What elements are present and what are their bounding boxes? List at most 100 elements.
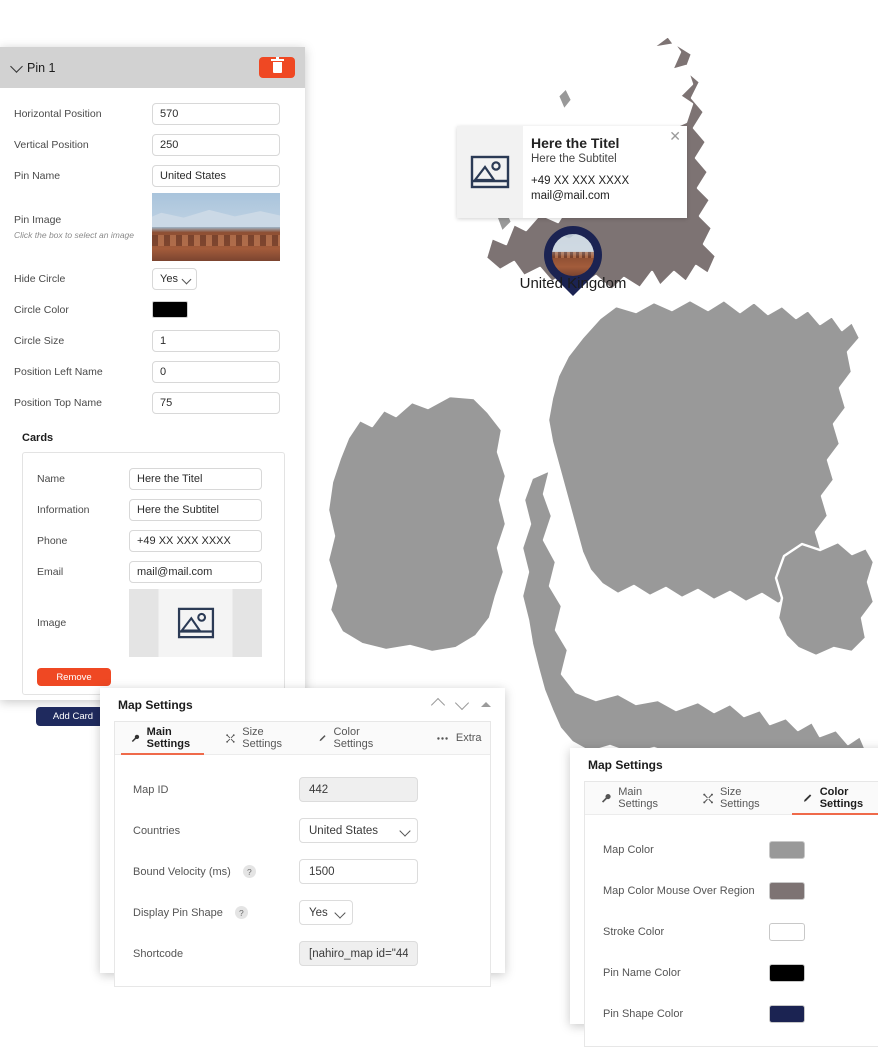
row-map-color: Map Color bbox=[585, 829, 878, 870]
countries-select[interactable]: United States bbox=[299, 818, 418, 843]
field-label: Horizontal Position bbox=[14, 107, 102, 120]
remove-card-button[interactable]: Remove bbox=[37, 668, 111, 686]
pin-name-color-swatch[interactable] bbox=[769, 963, 805, 982]
bound-velocity-input[interactable] bbox=[299, 859, 418, 884]
map-settings-title: Map Settings bbox=[118, 697, 193, 712]
tab-label: Main Settings bbox=[146, 726, 191, 750]
pen-icon bbox=[319, 734, 326, 741]
tab-main-settings[interactable]: Main Settings bbox=[115, 722, 210, 755]
info-card-title: Here the Titel bbox=[531, 135, 620, 151]
pin-name-input[interactable] bbox=[152, 164, 280, 187]
map-settings-header: Map Settings bbox=[570, 748, 878, 781]
map-info-card[interactable]: ✕ Here the Titel Here the Subtitel +49 X… bbox=[457, 126, 687, 218]
card-name-input[interactable] bbox=[129, 467, 262, 490]
map-settings-tabs: Main Settings Size Settings Color Settin… bbox=[585, 782, 878, 815]
field-position-top: Position Top Name bbox=[14, 387, 285, 418]
vertical-position-input[interactable] bbox=[152, 133, 280, 156]
row-label: Map ID bbox=[133, 783, 169, 796]
tab-color-settings[interactable]: Color Settings bbox=[302, 722, 394, 754]
field-position-left: Position Left Name bbox=[14, 356, 285, 387]
tab-extra[interactable]: Extra bbox=[420, 722, 498, 754]
field-label: Position Top Name bbox=[14, 396, 102, 409]
pen-icon bbox=[804, 793, 812, 802]
map-id-input[interactable] bbox=[299, 777, 418, 802]
row-bound-velocity: Bound Velocity (ms) ? bbox=[115, 851, 490, 892]
chevron-down-icon[interactable] bbox=[454, 695, 470, 710]
tab-main-settings[interactable]: Main Settings bbox=[585, 782, 687, 814]
tab-size-settings[interactable]: Size Settings bbox=[210, 722, 302, 754]
card-image-dropzone[interactable] bbox=[129, 589, 262, 657]
field-label: Pin Image Click the box to select an ima… bbox=[14, 213, 152, 242]
info-card-image bbox=[457, 126, 523, 218]
wrench-icon bbox=[601, 793, 611, 803]
cards-section-title: Cards bbox=[22, 432, 54, 444]
delete-pin-button[interactable] bbox=[259, 57, 295, 78]
help-icon[interactable]: ? bbox=[242, 865, 256, 878]
row-map-color-hover: Map Color Mouse Over Region bbox=[585, 870, 878, 911]
shortcode-input[interactable] bbox=[299, 941, 418, 966]
map-color-hover-swatch[interactable] bbox=[769, 881, 805, 900]
card-phone-input[interactable] bbox=[129, 529, 262, 552]
row-label: Pin Shape Color bbox=[603, 1007, 684, 1020]
card-information-input[interactable] bbox=[129, 498, 262, 521]
caret-up-icon[interactable] bbox=[481, 702, 491, 707]
tab-label: Size Settings bbox=[719, 786, 760, 810]
row-pin-shape-color: Pin Shape Color bbox=[585, 993, 878, 1034]
pin-settings-panel: Pin 1 Horizontal Position Vertical Posit… bbox=[0, 47, 305, 726]
wrench-icon bbox=[131, 734, 140, 742]
field-label: Vertical Position bbox=[14, 138, 89, 151]
field-pin-name: Pin Name bbox=[14, 160, 285, 191]
row-shortcode: Shortcode bbox=[115, 933, 490, 974]
pin-name-label: United Kingdom bbox=[519, 275, 627, 292]
pin-panel-header[interactable]: Pin 1 bbox=[0, 47, 305, 88]
pin-image-thumbnail[interactable] bbox=[152, 193, 280, 261]
circle-size-input[interactable] bbox=[152, 329, 280, 352]
help-icon[interactable]: ? bbox=[234, 906, 248, 919]
card-field-phone: Phone bbox=[37, 525, 274, 556]
tab-color-settings[interactable]: Color Settings bbox=[786, 782, 878, 815]
row-label: Countries bbox=[133, 824, 181, 837]
position-top-input[interactable] bbox=[152, 391, 280, 414]
row-label: Bound Velocity (ms) ? bbox=[133, 865, 299, 878]
map-color-swatch[interactable] bbox=[769, 840, 805, 859]
card-field-name: Name bbox=[37, 463, 274, 494]
field-circle-color: Circle Color bbox=[14, 294, 285, 325]
hide-circle-select[interactable]: Yes bbox=[152, 267, 197, 290]
chevron-down-icon[interactable] bbox=[10, 59, 23, 73]
field-label: Circle Color bbox=[14, 303, 69, 316]
circle-color-swatch[interactable] bbox=[152, 301, 188, 318]
field-vertical-position: Vertical Position bbox=[14, 129, 285, 160]
field-label: Name bbox=[37, 472, 66, 485]
horizontal-position-input[interactable] bbox=[152, 102, 280, 125]
display-pin-shape-select[interactable]: Yes bbox=[299, 900, 353, 925]
pin-shape-color-swatch[interactable] bbox=[769, 1004, 805, 1023]
card-field-information: Information bbox=[37, 494, 274, 525]
tab-label: Size Settings bbox=[242, 726, 283, 750]
tab-label: Color Settings bbox=[333, 726, 374, 750]
row-label: Shortcode bbox=[133, 947, 184, 960]
close-icon[interactable]: ✕ bbox=[669, 129, 681, 143]
tab-size-settings[interactable]: Size Settings bbox=[687, 782, 787, 814]
row-label: Stroke Color bbox=[603, 925, 665, 938]
field-hide-circle: Hide Circle Yes bbox=[14, 263, 285, 294]
card-email-input[interactable] bbox=[129, 560, 262, 583]
row-display-pin-shape: Display Pin Shape ? Yes bbox=[115, 892, 490, 933]
tab-label: Extra bbox=[455, 732, 482, 744]
trash-icon bbox=[270, 57, 284, 73]
display-pin-shape-value: Yes bbox=[309, 906, 328, 919]
chevron-up-icon[interactable] bbox=[430, 697, 446, 712]
card-field-image: Image bbox=[37, 587, 274, 659]
field-label: Email bbox=[37, 565, 64, 578]
field-label: Hide Circle bbox=[14, 272, 66, 285]
card-item: Name Information Phone Email Image bbox=[22, 452, 285, 695]
row-label: Display Pin Shape ? bbox=[133, 906, 299, 919]
chevron-down-icon bbox=[334, 907, 346, 919]
row-label: Map Color bbox=[603, 843, 654, 856]
position-left-input[interactable] bbox=[152, 360, 280, 383]
field-label: Position Left Name bbox=[14, 365, 103, 378]
stroke-color-swatch[interactable] bbox=[769, 922, 805, 941]
add-card-button[interactable]: Add Card bbox=[36, 707, 110, 726]
ellipsis-icon bbox=[437, 736, 448, 740]
row-stroke-color: Stroke Color bbox=[585, 911, 878, 952]
countries-value: United States bbox=[309, 824, 379, 837]
